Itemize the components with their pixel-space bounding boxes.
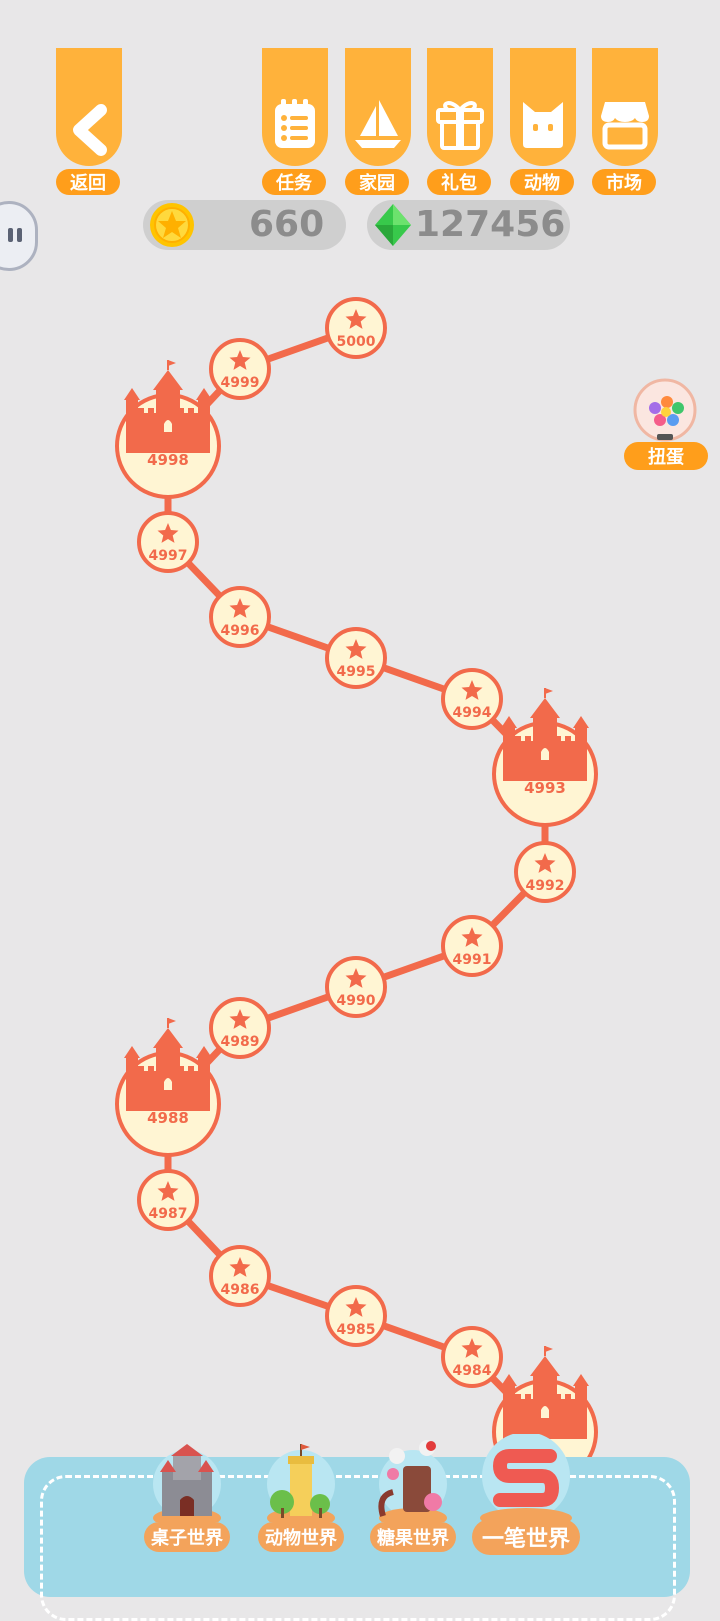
castle-icon [501, 1346, 589, 1439]
gift-icon [436, 101, 484, 150]
gem-icon [375, 204, 411, 246]
level-number: 4990 [337, 993, 376, 1009]
level-number: 4987 [149, 1206, 188, 1222]
level-node[interactable]: 4984 [441, 1326, 503, 1388]
level-number: 4986 [221, 1282, 260, 1298]
world-tab-one-stroke-label: 一笔世界 [472, 1519, 580, 1555]
level-number: 4998 [147, 451, 189, 469]
world-selector-panel [24, 1457, 690, 1621]
shop-icon [601, 102, 649, 150]
animals-label: 动物 [510, 169, 574, 195]
level-node[interactable]: 4987 [137, 1169, 199, 1231]
back-button[interactable] [56, 48, 122, 166]
candy-icon [378, 1440, 447, 1528]
level-node[interactable]: 4991 [441, 915, 503, 977]
world-tab-table-label: 桌子世界 [144, 1522, 230, 1552]
animals-button[interactable] [510, 48, 576, 166]
level-node[interactable]: 4996 [209, 586, 271, 648]
level-number: 4988 [147, 1109, 189, 1127]
level-number: 4999 [221, 375, 260, 391]
castle-icon [124, 1018, 212, 1111]
home-label: 家园 [345, 169, 409, 195]
tasks-button[interactable] [262, 48, 328, 166]
level-map: 5000 4999 4998 4997 4996 4995 4994 4993 4992 4991… [115, 297, 598, 1485]
level-number: 4992 [526, 878, 565, 894]
level-number: 4991 [453, 952, 492, 968]
yellow-tower-icon [267, 1444, 335, 1528]
pause-icon [8, 228, 24, 242]
level-node[interactable]: 4994 [441, 668, 503, 730]
market-button[interactable] [592, 48, 658, 166]
world-tab-animals[interactable] [262, 1442, 340, 1528]
level-node[interactable]: 4993 [492, 688, 598, 827]
level-node[interactable]: 4992 [514, 841, 576, 903]
castle-icon [124, 360, 212, 453]
clipboard-icon [275, 99, 315, 148]
level-number: 4997 [149, 548, 188, 564]
level-number: 4996 [221, 623, 260, 639]
sailboat-icon [355, 100, 401, 148]
castle-icon [501, 688, 589, 781]
level-node[interactable]: 5000 [325, 297, 387, 359]
level-node[interactable]: 4986 [209, 1245, 271, 1307]
gift-button[interactable] [427, 48, 493, 166]
level-node[interactable]: 4988 [115, 1018, 221, 1157]
gacha-button[interactable]: 扭蛋 [624, 378, 708, 470]
back-arrow-icon [73, 104, 107, 156]
level-number: 4989 [221, 1034, 260, 1050]
level-number: 5000 [337, 334, 376, 350]
level-node[interactable]: 4989 [209, 997, 271, 1059]
level-number: 4993 [524, 779, 566, 797]
coin-icon [150, 203, 194, 247]
level-node[interactable]: 4995 [325, 627, 387, 689]
level-node[interactable]: 4999 [209, 338, 271, 400]
panel-dashed-border [40, 1475, 676, 1621]
level-node[interactable]: 4998 [115, 360, 221, 499]
level-node[interactable]: 4985 [325, 1285, 387, 1347]
market-label: 市场 [592, 169, 656, 195]
gift-label: 礼包 [427, 169, 491, 195]
level-number: 4984 [453, 1363, 492, 1379]
world-tab-one-stroke[interactable] [470, 1432, 580, 1528]
cat-icon [523, 102, 563, 148]
tasks-label: 任务 [262, 169, 326, 195]
gacha-ball-icon [633, 378, 697, 442]
level-number: 4994 [453, 705, 492, 721]
world-tab-animals-label: 动物世界 [258, 1522, 344, 1552]
gray-castle-icon [153, 1444, 221, 1528]
coin-value: 660 [249, 204, 325, 245]
world-tab-candy[interactable] [373, 1438, 453, 1528]
level-number: 4985 [337, 1322, 376, 1338]
level-node[interactable]: 4997 [137, 511, 199, 573]
coin-counter: 660 [143, 200, 346, 250]
world-tab-table[interactable] [148, 1442, 226, 1528]
level-number: 4995 [337, 664, 376, 680]
home-button[interactable] [345, 48, 411, 166]
s-letter-icon [480, 1432, 572, 1528]
level-node[interactable]: 4990 [325, 956, 387, 1018]
back-label: 返回 [56, 169, 120, 195]
gem-counter: 127456 [367, 200, 570, 250]
world-tab-candy-label: 糖果世界 [370, 1522, 456, 1552]
gacha-label: 扭蛋 [624, 442, 708, 470]
gem-value: 127456 [415, 204, 566, 245]
